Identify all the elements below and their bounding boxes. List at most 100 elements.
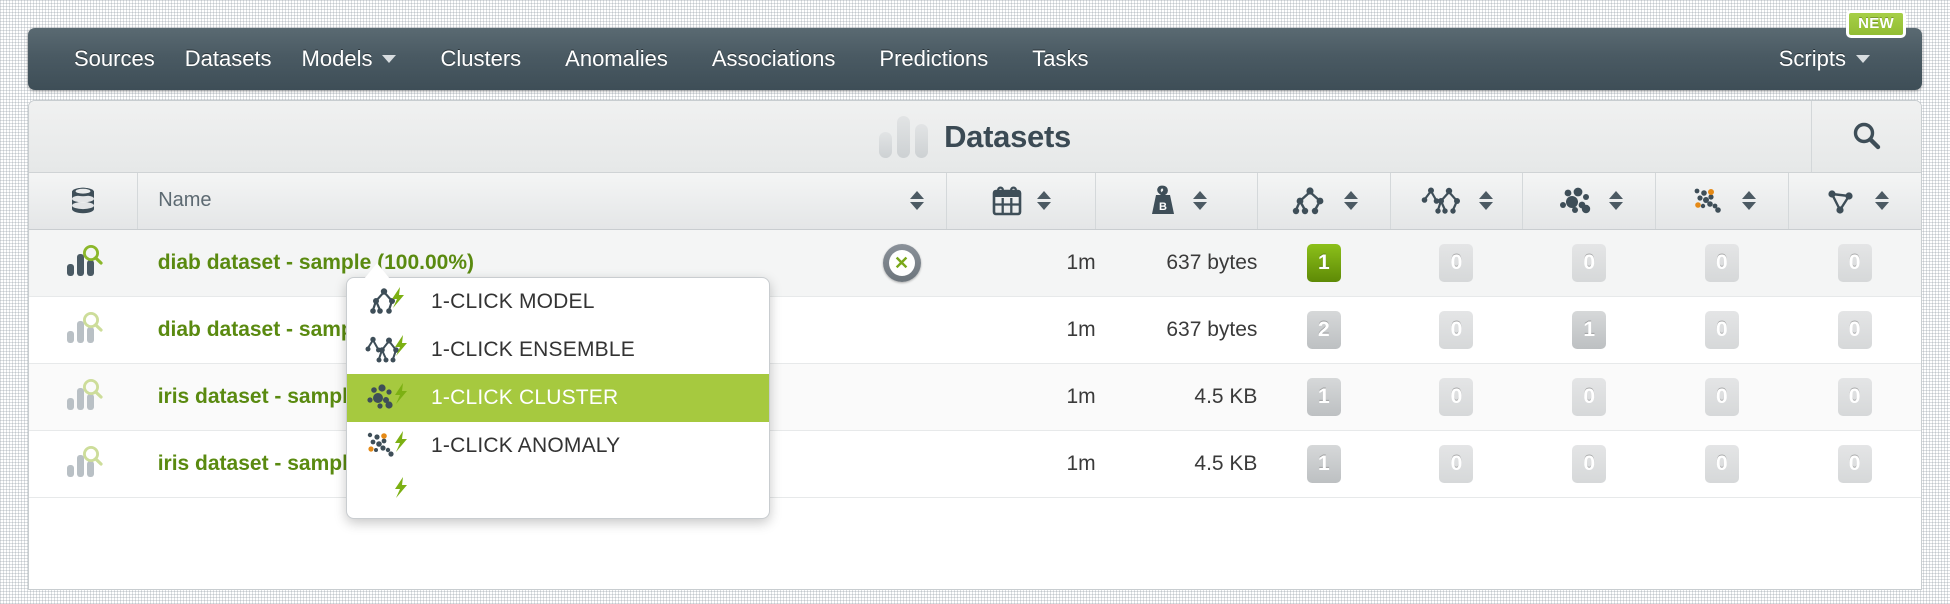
main-navigation: Sources Datasets Models Clusters Anomali… [28, 10, 1922, 90]
sort-toggle-associations[interactable] [1874, 191, 1889, 211]
menu-item-label: 1-CLICK MODEL [431, 290, 595, 313]
column-header-database [29, 173, 139, 230]
bar-chart-icon [879, 115, 929, 158]
menu-item-label: 1-CLICK ENSEMBLE [431, 338, 635, 361]
dataset-search-icon [61, 244, 105, 282]
row-ensembles-cell[interactable]: 0 [1390, 229, 1523, 297]
row-associations-cell[interactable]: 0 [1788, 296, 1921, 364]
nav-item-sources[interactable]: Sources [52, 28, 177, 90]
menu-item-one-click-cluster[interactable]: 1-CLICK CLUSTER [347, 374, 769, 422]
count-badge-models[interactable]: 1 [1306, 377, 1341, 416]
count-badge-anomalies[interactable]: 0 [1704, 377, 1739, 416]
count-badge-associations[interactable]: 0 [1837, 310, 1872, 349]
sort-toggle-clusters[interactable] [1609, 191, 1624, 211]
row-size: 637 bytes [1095, 296, 1258, 364]
count-badge-ensembles[interactable]: 0 [1439, 377, 1474, 416]
row-anomalies-cell[interactable]: 0 [1655, 363, 1789, 431]
table-row[interactable]: iris dataset - sample (10 1m 4.5 KB 1 0 … [29, 363, 1921, 431]
sort-toggle-ensembles[interactable] [1479, 191, 1494, 211]
count-badge-clusters[interactable]: 0 [1572, 377, 1607, 416]
row-models-cell[interactable]: 1 [1257, 363, 1391, 431]
nav-item-clusters[interactable]: Clusters [418, 28, 543, 90]
svg-text:B: B [1159, 201, 1167, 213]
search-button[interactable] [1811, 101, 1921, 172]
menu-item-one-click-anomaly[interactable]: 1-CLICK ANOMALY [347, 422, 769, 470]
row-anomalies-cell[interactable]: 0 [1655, 229, 1789, 297]
count-badge-ensembles[interactable]: 0 [1439, 444, 1474, 483]
panel-title-group: Datasets [879, 115, 1071, 158]
row-models-cell[interactable]: 1 [1257, 430, 1391, 498]
row-created: 1m [946, 430, 1096, 498]
column-header-associations[interactable] [1788, 173, 1921, 230]
column-header-anomalies[interactable] [1655, 173, 1789, 230]
row-clusters-cell[interactable]: 0 [1522, 363, 1656, 431]
column-label-name: Name [158, 189, 212, 212]
count-badge-anomalies[interactable]: 0 [1704, 243, 1739, 282]
count-badge-anomalies[interactable]: 0 [1704, 444, 1739, 483]
row-associations-cell[interactable]: 0 [1788, 430, 1921, 498]
row-anomalies-cell[interactable]: 0 [1655, 296, 1789, 364]
row-clusters-cell[interactable]: 0 [1522, 430, 1656, 498]
sort-toggle-name[interactable] [910, 191, 925, 211]
calendar-icon [991, 185, 1023, 217]
column-header-models[interactable] [1257, 173, 1391, 230]
sort-toggle-models[interactable] [1343, 191, 1358, 211]
row-created: 1m [946, 363, 1096, 431]
row-associations-cell[interactable]: 0 [1788, 363, 1921, 431]
count-badge-models[interactable]: 2 [1306, 310, 1341, 349]
database-icon [66, 184, 100, 218]
anomaly-icon [1688, 185, 1728, 217]
row-models-cell[interactable]: 2 [1257, 296, 1391, 364]
row-clusters-cell[interactable]: 0 [1522, 229, 1656, 297]
close-circle-icon[interactable]: ✕ [882, 243, 921, 282]
count-badge-ensembles[interactable]: 0 [1439, 310, 1474, 349]
nav-item-scripts[interactable]: Scripts NEW [1757, 10, 1906, 90]
nav-item-predictions[interactable]: Predictions [857, 28, 1010, 90]
dataset-name-link[interactable]: diab dataset - sample (100.00%) [158, 251, 474, 275]
row-associations-cell[interactable]: 0 [1788, 229, 1921, 297]
count-badge-clusters[interactable]: 0 [1572, 444, 1607, 483]
count-badge-associations[interactable]: 0 [1837, 444, 1872, 483]
table-row[interactable]: iris dataset - sample (10 1m 4.5 KB 1 0 … [29, 430, 1921, 498]
column-header-created[interactable] [946, 173, 1097, 230]
sort-toggle-size[interactable] [1192, 191, 1207, 211]
dataset-search-icon [61, 311, 105, 349]
table-row[interactable]: diab dataset - sample (100.00%) ✕ 1m 637… [29, 229, 1921, 297]
row-size: 4.5 KB [1095, 363, 1258, 431]
count-badge-clusters[interactable]: 0 [1572, 243, 1607, 282]
menu-item-label: 1-CLICK ANOMALY [431, 434, 621, 457]
nav-item-models[interactable]: Models [280, 28, 419, 90]
row-ensembles-cell[interactable]: 0 [1390, 363, 1523, 431]
row-models-cell[interactable]: 1 [1257, 229, 1391, 297]
nav-item-tasks[interactable]: Tasks [1010, 28, 1110, 90]
row-ensembles-cell[interactable]: 0 [1390, 296, 1523, 364]
row-clusters-cell[interactable]: 1 [1522, 296, 1656, 364]
row-ensembles-cell[interactable]: 0 [1390, 430, 1523, 498]
nav-item-datasets[interactable]: Datasets [177, 28, 280, 90]
column-header-clusters[interactable] [1522, 173, 1657, 230]
column-header-ensembles[interactable] [1390, 173, 1524, 230]
nav-item-anomalies[interactable]: Anomalies [543, 28, 690, 90]
menu-item-one-click-ensemble[interactable]: 1-CLICK ENSEMBLE [347, 326, 769, 374]
row-size: 637 bytes [1095, 229, 1258, 297]
table-row[interactable]: diab dataset - sample (1 1m 637 bytes 2 … [29, 296, 1921, 364]
count-badge-models[interactable]: 1 [1306, 243, 1341, 282]
row-icon-cell [29, 363, 138, 431]
count-badge-models[interactable]: 1 [1306, 444, 1341, 483]
count-badge-anomalies[interactable]: 0 [1704, 310, 1739, 349]
anomaly-bolt-icon [365, 427, 411, 465]
sort-toggle-created[interactable] [1037, 191, 1052, 211]
nav-item-associations[interactable]: Associations [690, 28, 858, 90]
sort-toggle-anomalies[interactable] [1741, 191, 1756, 211]
nav-label: Anomalies [565, 46, 668, 71]
count-badge-clusters[interactable]: 1 [1572, 310, 1607, 349]
count-badge-ensembles[interactable]: 0 [1439, 243, 1474, 282]
count-badge-associations[interactable]: 0 [1837, 377, 1872, 416]
count-badge-associations[interactable]: 0 [1837, 243, 1872, 282]
menu-item-one-click-model[interactable]: 1-CLICK MODEL [347, 278, 769, 326]
column-header-size[interactable]: B [1095, 173, 1258, 230]
datasets-table: Name B diab dataset - sample (100.00%) ✕… [29, 173, 1921, 498]
row-anomalies-cell[interactable]: 0 [1655, 430, 1789, 498]
menu-item-one-click-association[interactable] [347, 470, 769, 518]
column-header-name[interactable]: Name [137, 173, 948, 230]
